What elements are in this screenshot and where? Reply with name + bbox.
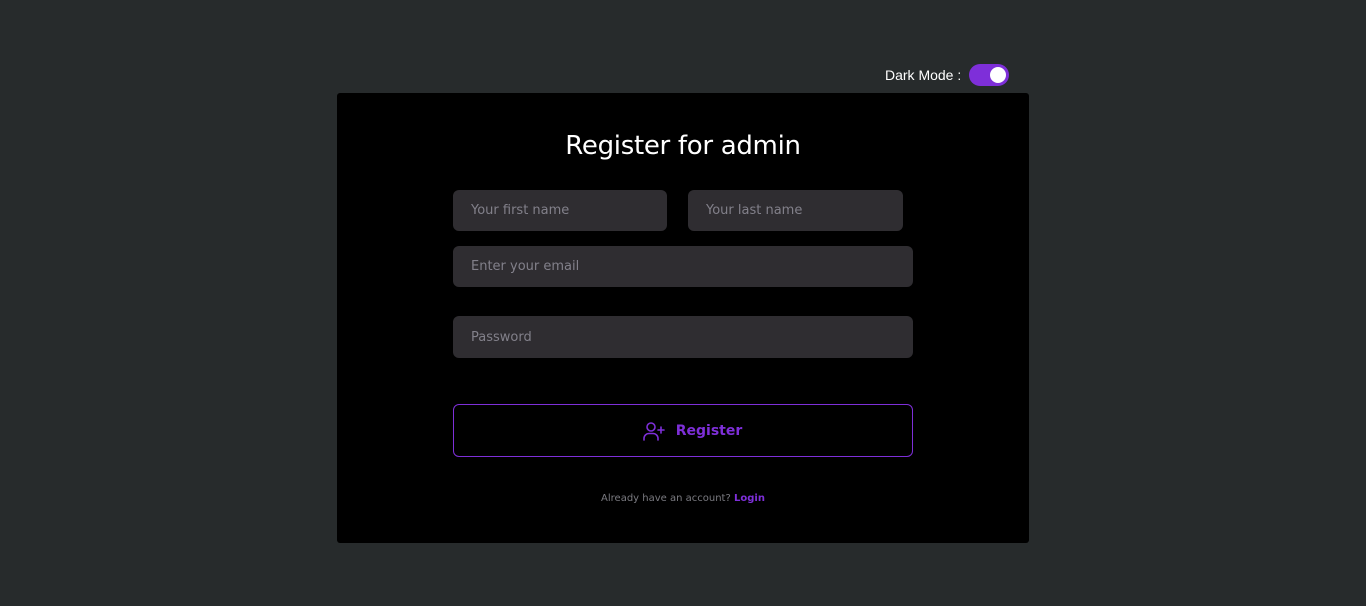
register-button-label: Register <box>675 422 743 439</box>
page: Dark Mode : Register for admin Register … <box>0 0 1366 606</box>
dark-mode-control: Dark Mode : <box>885 64 1010 86</box>
login-link[interactable]: Login <box>734 493 765 504</box>
login-prompt-text: Already have an account? <box>601 493 731 504</box>
last-name-input[interactable] <box>688 190 903 231</box>
form-title: Register for admin <box>565 131 801 161</box>
toggle-knob <box>990 67 1007 83</box>
user-plus-icon <box>642 419 666 443</box>
dark-mode-toggle[interactable] <box>969 64 1010 86</box>
password-input[interactable] <box>453 316 913 358</box>
email-input[interactable] <box>453 246 913 287</box>
login-prompt: Already have an account? Login <box>337 493 1029 504</box>
first-name-input[interactable] <box>453 190 667 231</box>
dark-mode-label: Dark Mode : <box>885 67 962 83</box>
register-button[interactable]: Register <box>453 404 913 457</box>
register-card: Register for admin Register Already have… <box>337 93 1029 543</box>
